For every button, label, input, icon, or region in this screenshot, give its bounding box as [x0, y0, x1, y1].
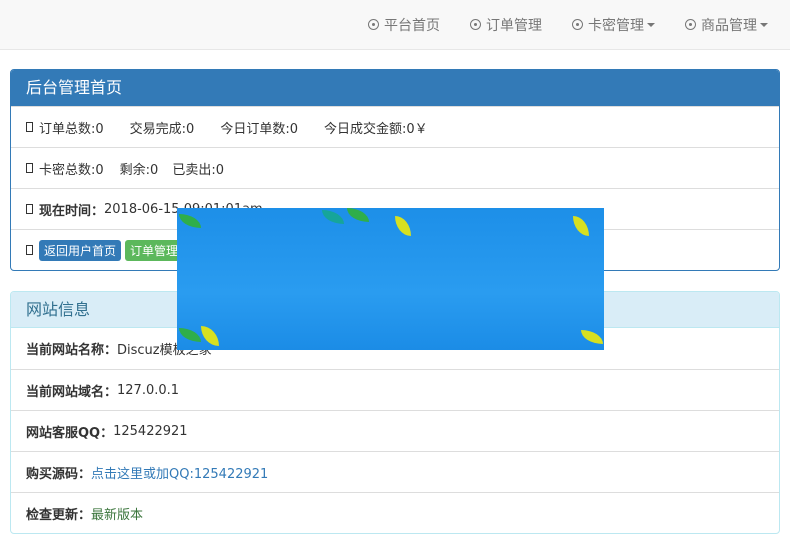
value: 最新版本 [91, 507, 144, 523]
nav-label: 平台首页 [384, 17, 440, 34]
caret-down-icon [647, 22, 655, 27]
stat: 剩余:0 [119, 162, 159, 178]
time-label: 现在时间： [39, 203, 105, 219]
label: 检查更新： [26, 507, 92, 523]
stat: 已卖出:0 [172, 162, 224, 178]
leaf-icon [179, 328, 201, 342]
square-icon [26, 122, 33, 132]
nav-home[interactable]: 平台首页 [368, 15, 440, 35]
circle-icon [470, 19, 481, 30]
back-to-user-home-button[interactable]: 返回用户首页 [39, 239, 122, 261]
update-row: 检查更新： 最新版本 [11, 492, 779, 533]
stat: 卡密总数:0 [39, 162, 104, 178]
label: 购买源码： [26, 466, 92, 482]
leaf-icon [322, 210, 344, 224]
leaf-icon [179, 214, 201, 228]
leaf-icon [347, 208, 369, 222]
nav-orders[interactable]: 订单管理 [470, 15, 542, 35]
nav-label: 卡密管理 [588, 17, 644, 34]
panel-title: 后台管理首页 [11, 70, 779, 106]
nav-label: 商品管理 [701, 17, 757, 34]
circle-icon [368, 19, 379, 30]
leaf-icon [581, 330, 603, 344]
value: 125422921 [113, 423, 188, 439]
buy-link[interactable]: 点击这里或加QQ:125422921 [91, 463, 268, 482]
stat: 今日成交金额:0￥ [323, 121, 428, 137]
circle-icon [572, 19, 583, 30]
label: 当前网站名称： [26, 343, 118, 358]
square-icon [26, 204, 33, 214]
decorative-overlay-banner [177, 208, 604, 350]
leaf-icon [201, 326, 219, 346]
buy-row: 购买源码： 点击这里或加QQ:125422921 [11, 451, 779, 492]
caret-down-icon [760, 22, 768, 27]
site-domain-row: 当前网站域名： 127.0.0.1 [11, 369, 779, 410]
leaf-icon [395, 216, 411, 236]
order-manage-button[interactable]: 订单管理 [125, 239, 184, 261]
nav-products[interactable]: 商品管理 [685, 15, 768, 35]
stat: 今日订单数:0 [220, 121, 298, 137]
label: 网站客服QQ： [26, 425, 114, 441]
square-icon [26, 163, 33, 173]
site-qq-row: 网站客服QQ： 125422921 [11, 410, 779, 451]
order-stats: 订单总数:0 交易完成:0 今日订单数:0 今日成交金额:0￥ [11, 106, 779, 147]
card-stats: 卡密总数:0 剩余:0 已卖出:0 [11, 147, 779, 188]
nav-cards[interactable]: 卡密管理 [572, 15, 655, 35]
top-navbar: 平台首页 订单管理 卡密管理 商品管理 [0, 0, 790, 50]
stat: 交易完成:0 [129, 121, 195, 137]
value: 127.0.0.1 [117, 382, 180, 398]
leaf-icon [573, 216, 589, 236]
square-icon [26, 245, 33, 255]
nav-label: 订单管理 [486, 17, 542, 34]
circle-icon [685, 19, 696, 30]
stat: 订单总数:0 [39, 121, 104, 137]
label: 当前网站域名： [26, 384, 118, 400]
